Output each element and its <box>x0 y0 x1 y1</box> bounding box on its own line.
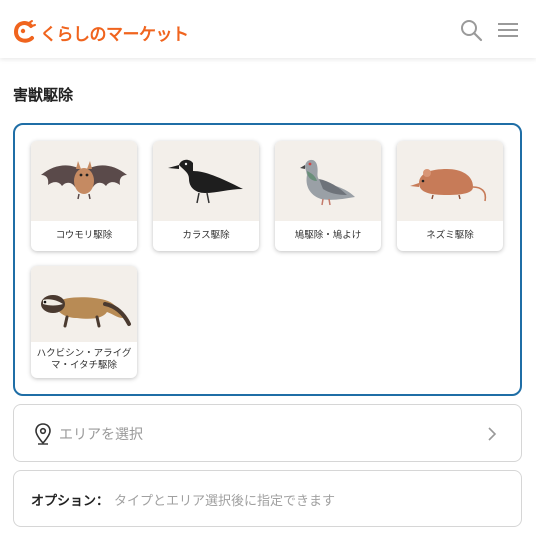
crow-icon <box>168 159 243 204</box>
category-thumb <box>275 141 381 221</box>
pigeon-icon <box>300 159 355 206</box>
area-placeholder: エリアを選択 <box>59 427 143 443</box>
category-thumb <box>397 141 503 221</box>
category-thumb <box>153 141 259 221</box>
bat-icon <box>41 161 127 200</box>
search-icon[interactable] <box>459 18 483 42</box>
logo-text: くらしのマーケット <box>40 24 189 45</box>
category-thumb <box>31 141 137 221</box>
section-title: 害獣駆除 <box>13 86 74 104</box>
category-label: 鳩駆除・鳩よけ <box>294 230 362 242</box>
category-card-civet[interactable]: ハクビシン・アライグマ・イタチ駆除 <box>31 266 137 378</box>
logo-mark-icon <box>13 20 36 43</box>
chevron-right-icon <box>488 427 497 441</box>
category-label: コウモリ駆除 <box>55 230 113 242</box>
category-label: カラス駆除 <box>182 230 230 242</box>
category-label: ネズミ駆除 <box>426 230 474 242</box>
category-thumb <box>31 266 137 342</box>
category-label: ハクビシン・アライグマ・イタチ駆除 <box>36 348 132 371</box>
civet-icon <box>41 295 131 328</box>
hamburger-menu-icon[interactable] <box>496 18 520 42</box>
options-field[interactable]: オプション： タイプとエリア選択後に指定できます <box>13 470 522 527</box>
category-card-pigeon[interactable]: 鳩駆除・鳩よけ <box>275 141 381 251</box>
category-card-bat[interactable]: コウモリ駆除 <box>31 141 137 251</box>
app-header: くらしのマーケット <box>0 0 536 58</box>
area-select[interactable]: エリアを選択 <box>13 404 522 462</box>
logo[interactable]: くらしのマーケット <box>12 18 189 46</box>
category-card-rat[interactable]: ネズミ駆除 <box>397 141 503 251</box>
category-panel: コウモリ駆除 カラス駆除 鳩駆除・鳩よけ ネズミ駆除 ハクビシン・アライグマ・イ… <box>13 123 522 396</box>
category-card-crow[interactable]: カラス駆除 <box>153 141 259 251</box>
rat-icon <box>410 169 487 202</box>
options-label: オプション： <box>31 494 110 509</box>
options-hint: タイプとエリア選択後に指定できます <box>114 494 336 509</box>
location-pin-icon <box>35 423 51 445</box>
